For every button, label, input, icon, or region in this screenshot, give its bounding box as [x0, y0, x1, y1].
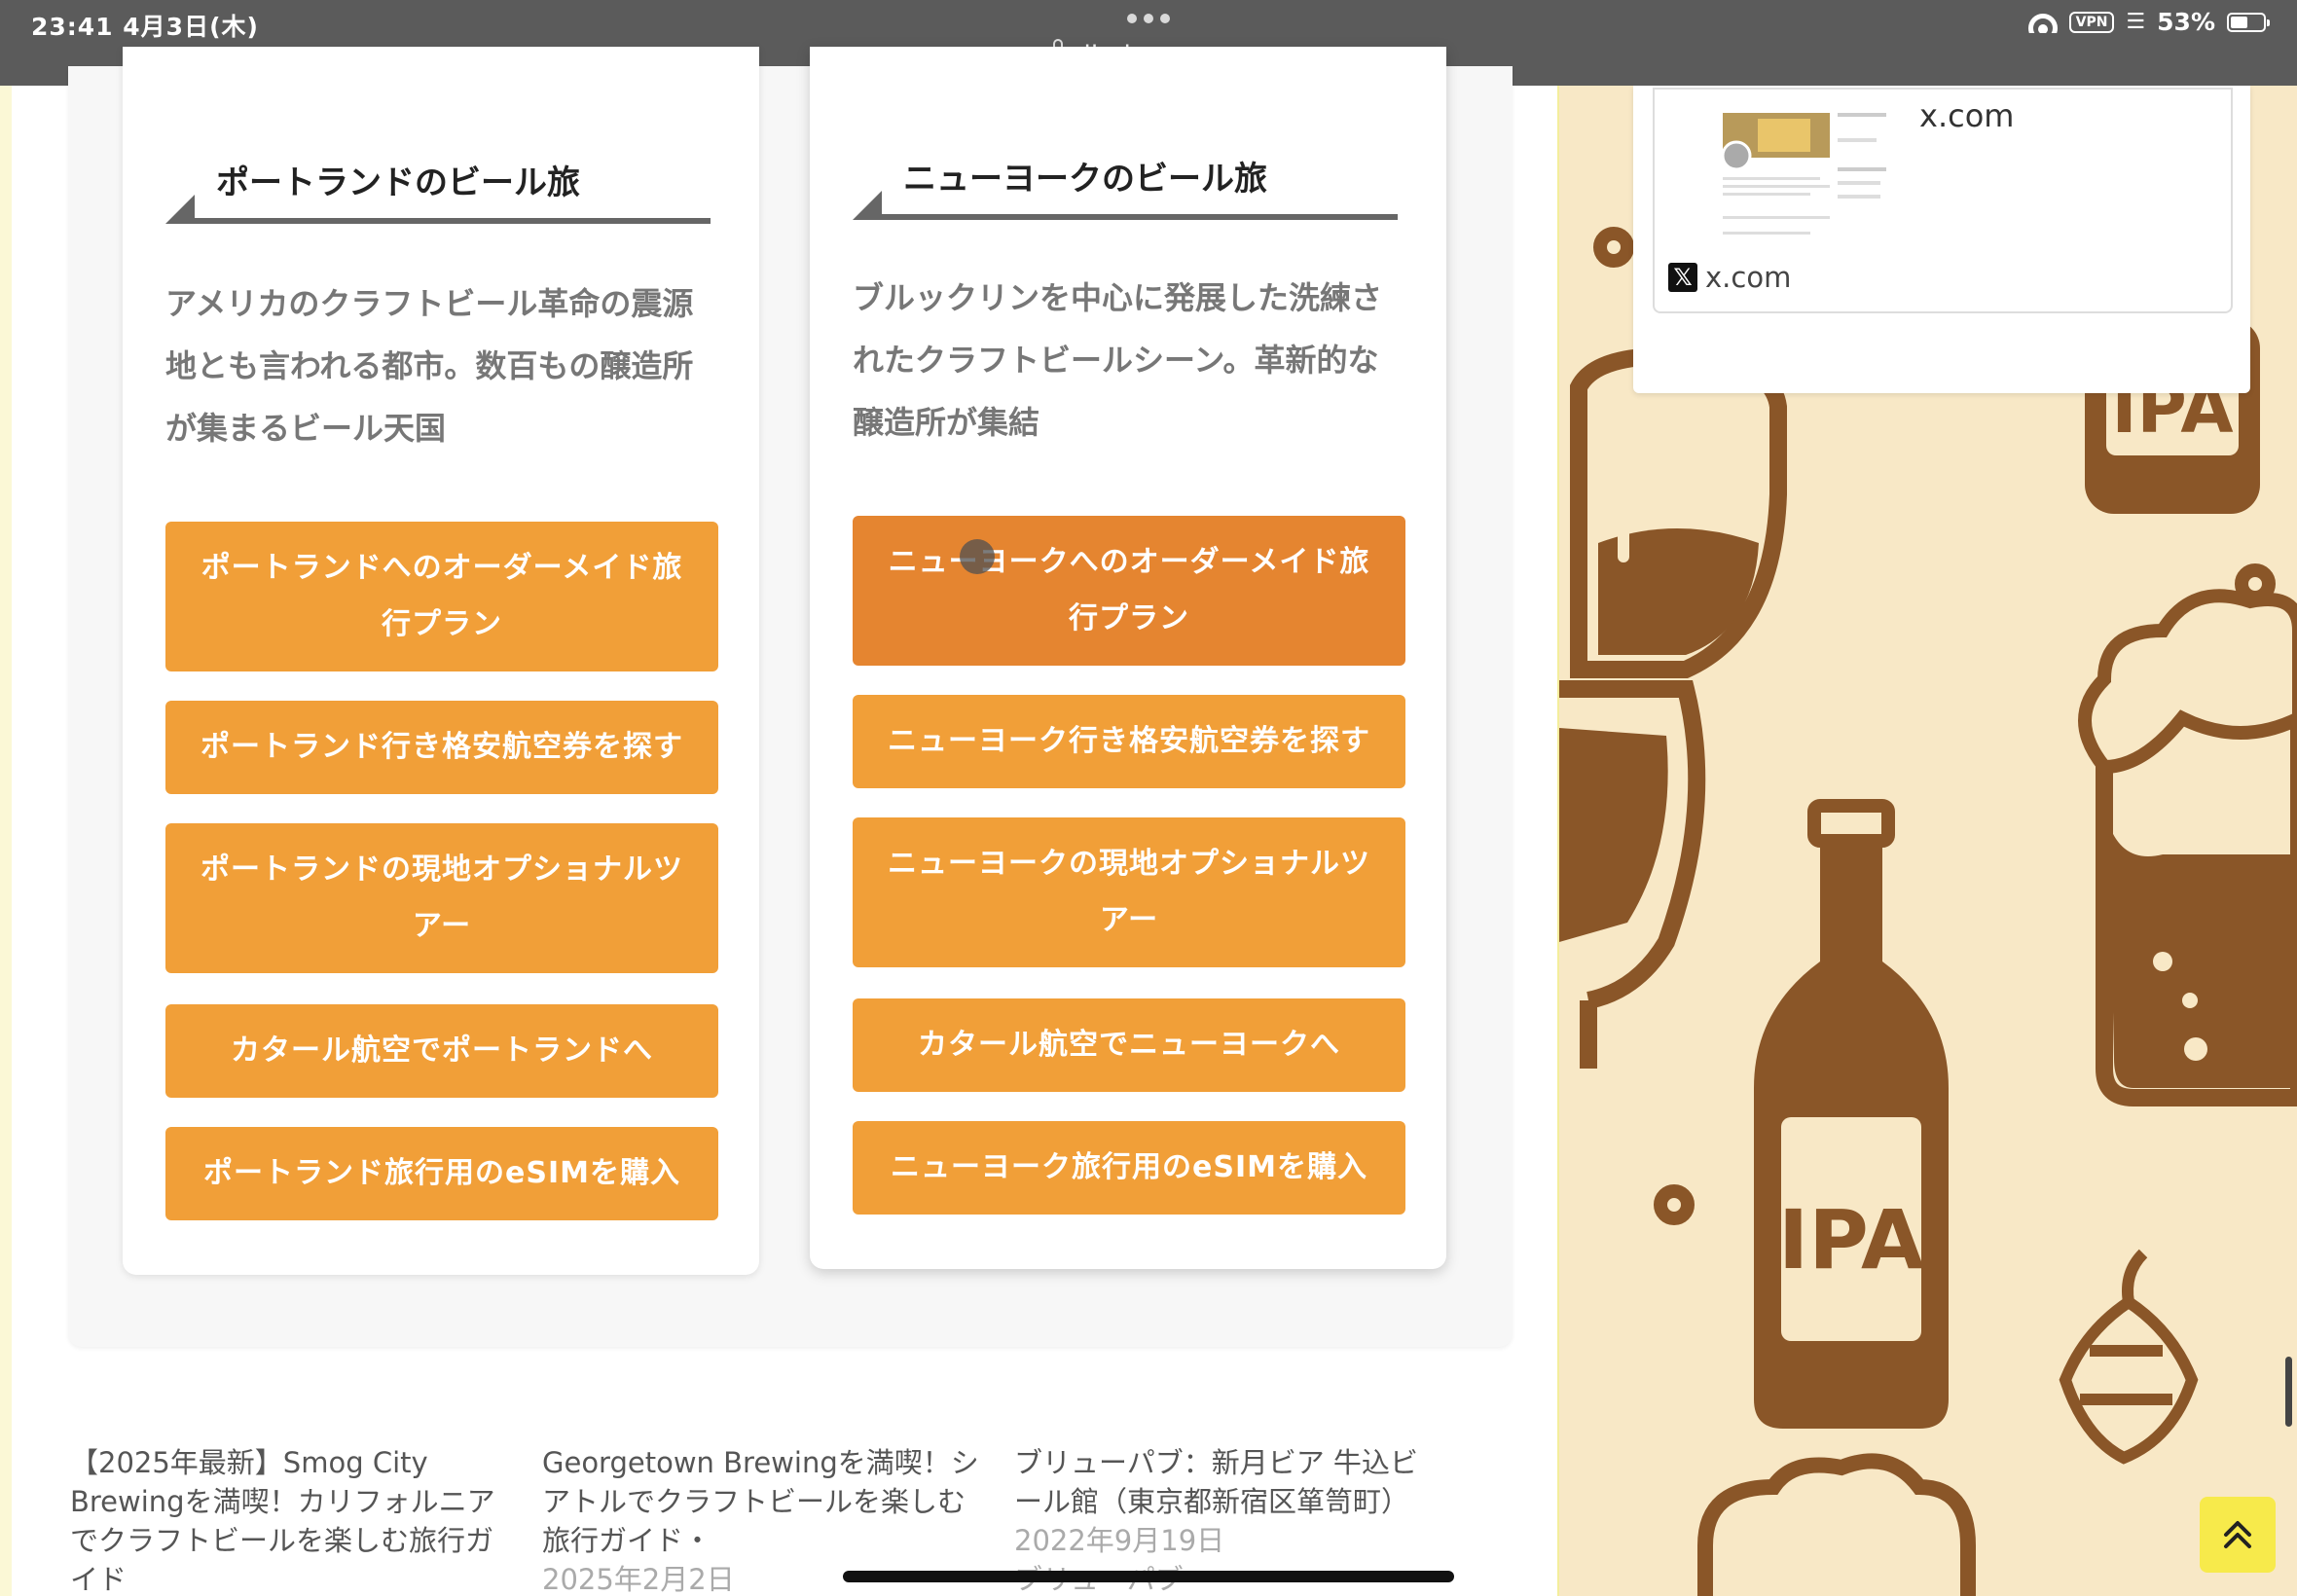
qatar-button[interactable]: カタール航空でニューヨークへ [853, 998, 1405, 1092]
battery-percent: 53% [2157, 8, 2215, 36]
embed-domain: x.com [1705, 261, 1792, 294]
travel-section-panel: ポートランドのビール旅 アメリカのクラフトビール革命の震源地とも言われる都市。数… [68, 47, 1513, 1347]
qatar-button[interactable]: カタール航空でポートランドへ [165, 1004, 718, 1098]
vpn-badge: VPN [2068, 11, 2115, 33]
esim-button[interactable]: ニューヨーク旅行用のeSIMを購入 [853, 1121, 1405, 1215]
x-embed-thumbnail [1664, 99, 1894, 243]
x-logo-icon: 𝕏 [1668, 263, 1697, 292]
related-post[interactable]: 【2025年最新】Smog City Brewingを満喫！カリフォルニアでクラ… [70, 1443, 498, 1596]
hop-icon [2059, 1249, 2199, 1465]
main-content: ポートランドのビール旅 アメリカのクラフトビール革命の震源地とも言われる都市。数… [0, 47, 1557, 1596]
card-newyork: ニューヨークのビール旅 ブルックリンを中心に発展した洗練されたクラフトビールシー… [810, 47, 1446, 1269]
related-post-title: Georgetown Brewingを満喫！シアトルでクラフトビールを楽しむ旅行… [542, 1446, 979, 1557]
card-description: アメリカのクラフトビール革命の震源地とも言われる都市。数百もの醸造所が集まるビー… [165, 285, 694, 447]
related-post-title: 【2025年最新】Smog City Brewingを満喫！カリフォルニアでクラ… [70, 1446, 495, 1596]
scrollbar[interactable] [2285, 1357, 2292, 1427]
beer-glass-icon [1570, 347, 1787, 678]
heading-underline [878, 214, 1398, 220]
wifi-icon [2027, 12, 2058, 33]
list-icon: ☰ [2126, 10, 2146, 34]
plan-button[interactable]: ポートランドへのオーダーメイド旅行プラン [165, 522, 718, 671]
related-post-date: 2022年9月19日 [1014, 1524, 1225, 1557]
card-title: ポートランドのビール旅 [216, 163, 580, 202]
heading-underline [191, 218, 711, 224]
x-profile-preview-image [1664, 99, 1894, 243]
embed-footer: 𝕏 x.com [1668, 261, 1791, 294]
sidebar: IPA IPA x.com 𝕏 x.com [1557, 86, 2297, 1596]
back-to-top-button[interactable] [2200, 1497, 2276, 1573]
bubble-icon [1593, 227, 1634, 268]
esim-button[interactable]: ポートランド旅行用のeSIMを購入 [165, 1127, 718, 1220]
card-title: ニューヨークのビール旅 [903, 160, 1267, 199]
home-indicator[interactable] [843, 1571, 1454, 1582]
flights-button[interactable]: ニューヨーク行き格安航空券を探す [853, 695, 1405, 788]
card-heading: ポートランドのビール旅 [165, 156, 711, 224]
battery-icon [2227, 12, 2270, 32]
battery-fill [2231, 16, 2247, 28]
beer-mug-bottom-icon [1697, 1453, 1976, 1596]
tour-button[interactable]: ポートランドの現地オプショナルツアー [165, 823, 718, 973]
beer-mug-icon [2078, 589, 2297, 1106]
double-chevron-up-icon [2224, 1521, 2251, 1548]
embed-title: x.com [1919, 97, 2015, 134]
plan-button[interactable]: ニューヨークへのオーダーメイド旅行プラン [853, 516, 1405, 666]
card-description: ブルックリンを中心に発展した洗練されたクラフトビールシーン。革新的な醸造所が集結 [853, 279, 1383, 441]
touch-indicator [960, 539, 995, 574]
status-indicators: VPN ☰ 53% [2027, 8, 2270, 36]
tour-button[interactable]: ニューヨークの現地オプショナルツアー [853, 817, 1405, 967]
ipa-bottle-icon: IPA [1754, 799, 1949, 1429]
multitasking-dots[interactable] [1127, 14, 1170, 23]
card-portland: ポートランドのビール旅 アメリカのクラフトビール革命の震源地とも言われる都市。数… [123, 47, 759, 1275]
status-time-date: 23:41 4月3日(木) [31, 13, 259, 41]
x-embed-widget: x.com 𝕏 x.com [1633, 86, 2250, 393]
card-heading: ニューヨークのビール旅 [853, 152, 1398, 220]
x-embed-card[interactable]: x.com 𝕏 x.com [1653, 88, 2233, 313]
svg-text:IPA: IPA [1778, 1192, 1924, 1288]
goblet-icon [1559, 680, 1706, 1069]
related-post-title: ブリューパブ：新月ビア 牛込ビール館（東京都新宿区箪笥町） [1014, 1446, 1418, 1518]
bubble-icon [1654, 1184, 1695, 1225]
flights-button[interactable]: ポートランド行き格安航空券を探す [165, 701, 718, 794]
